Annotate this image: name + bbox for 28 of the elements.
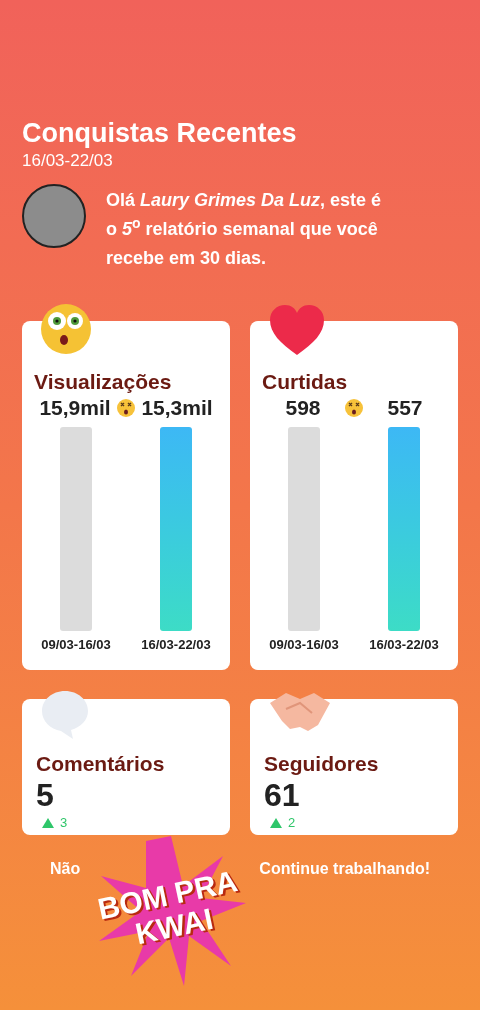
- current-value: 15,3mil: [140, 395, 214, 421]
- heart-icon: [268, 303, 326, 357]
- dizzy-face-icon: [116, 398, 136, 418]
- speech-bubble-icon: [40, 689, 90, 741]
- card-title: Comentários: [36, 751, 166, 777]
- greeting-text: Olá Laury Grimes Da Luz, este é o 5$^{o}$ relatório semanal que você recebe em 30 dias.: [106, 189, 383, 270]
- period-label: 09/03-16/03: [269, 636, 339, 654]
- up-triangle-icon: [270, 817, 282, 828]
- date-range: 16/03-22/03: [22, 150, 114, 172]
- change-value: 2: [288, 814, 296, 832]
- card-title: Curtidas: [262, 369, 349, 395]
- avatar: [22, 184, 86, 248]
- previous-value: 598: [284, 395, 322, 421]
- period-label: 16/03-22/03: [141, 636, 211, 654]
- stat-value: 61: [264, 777, 301, 813]
- period-label: 16/03-22/03: [369, 636, 439, 654]
- current-value: 557: [386, 395, 424, 421]
- change-value: 3: [60, 814, 68, 832]
- card-title: Seguidores: [264, 751, 380, 777]
- page-title: Conquistas Recentes: [22, 117, 298, 150]
- up-triangle-icon: [42, 817, 54, 828]
- dizzy-face-icon: [344, 398, 364, 418]
- card-title: Visualizações: [34, 369, 173, 395]
- stat-value: 5: [36, 777, 55, 813]
- footer-text: Continue trabalhando!: [259, 859, 430, 879]
- period-label: 09/03-16/03: [41, 636, 111, 654]
- previous-value: 15,9mil: [38, 395, 112, 421]
- footer-text: Não: [50, 859, 81, 879]
